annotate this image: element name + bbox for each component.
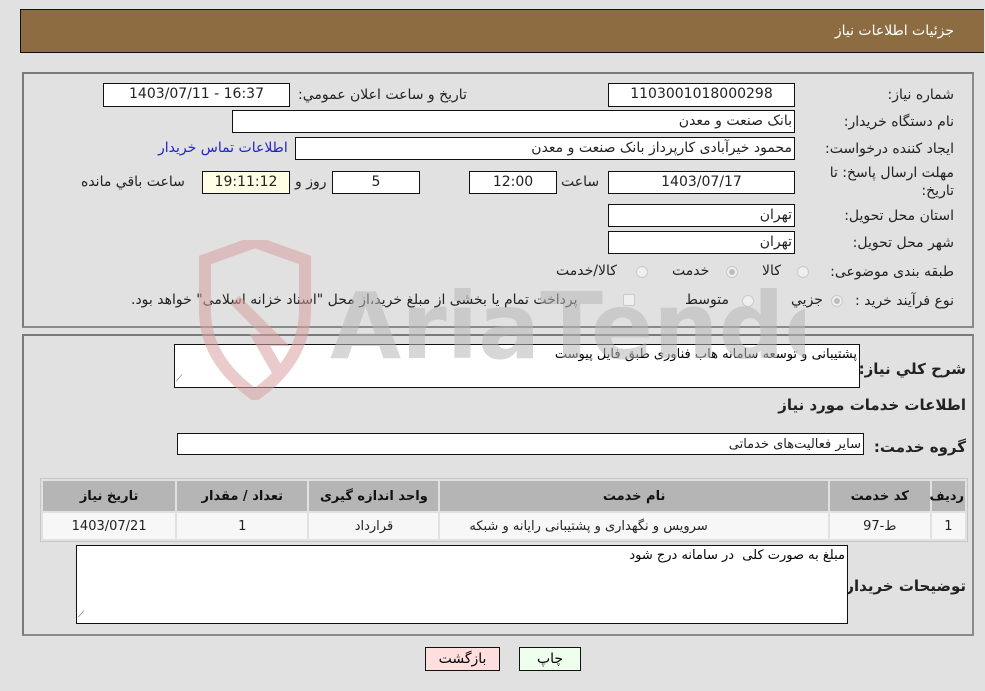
resize-grip-icon[interactable]: ⟋ bbox=[176, 374, 186, 384]
city-label: شهر محل تحویل: bbox=[852, 235, 954, 251]
cell-service-name: سرویس و نگهداری و پشتیبانی رایانه و شبکه bbox=[440, 513, 828, 539]
category-option-service: خدمت bbox=[672, 263, 710, 279]
purchase-type-label: نوع فرآیند خرید : bbox=[855, 293, 954, 309]
table-header-row: ردیف کد خدمت نام خدمت واحد اندازه گیری ت… bbox=[43, 481, 965, 511]
time-remaining-field: 19:11:12 bbox=[202, 171, 290, 194]
services-heading: اطلاعات خدمات مورد نیاز bbox=[778, 396, 966, 414]
back-button[interactable]: بازگشت bbox=[425, 647, 500, 671]
time-remaining-label: ساعت باقي مانده bbox=[81, 174, 185, 190]
cell-quantity: 1 bbox=[177, 513, 308, 539]
deadline-time-field: 12:00 bbox=[469, 171, 557, 194]
city-field: تهران bbox=[608, 231, 795, 254]
need-info-panel: شماره نیاز: 1103001018000298 تاریخ و ساع… bbox=[22, 72, 974, 328]
service-group-label: گروه خدمت: bbox=[873, 438, 966, 456]
purchase-option-medium: متوسط bbox=[685, 292, 729, 308]
requester-label: ایجاد کننده درخواست: bbox=[825, 141, 954, 157]
deadline-label-line1: مهلت ارسال پاسخ: تا bbox=[829, 165, 954, 181]
need-details-panel: شرح کلي نیاز: پشتیبانی و توسعه سامانه ها… bbox=[22, 334, 974, 636]
requester-field: محمود خیرآبادی کارپرداز بانک صنعت و معدن bbox=[295, 137, 795, 160]
announce-datetime-field: 1403/07/11 - 16:37 bbox=[103, 83, 290, 107]
deadline-time-label: ساعت bbox=[561, 174, 600, 190]
buyer-org-label: نام دستگاه خریدار: bbox=[843, 114, 954, 130]
col-header-need-date: تاریخ نیاز bbox=[43, 481, 176, 511]
description-label: شرح کلي نیاز: bbox=[858, 360, 966, 378]
deadline-date-field: 1403/07/17 bbox=[608, 171, 795, 194]
cell-need-date: 1403/07/21 bbox=[43, 513, 176, 539]
service-group-field: سایر فعالیت‌های خدماتی bbox=[177, 433, 864, 455]
category-option-goods-service: کالا/خدمت bbox=[556, 263, 617, 279]
services-table: ردیف کد خدمت نام خدمت واحد اندازه گیری ت… bbox=[40, 478, 968, 542]
category-radio-goods[interactable] bbox=[797, 266, 809, 278]
buyer-notes-textarea[interactable]: مبلغ به صورت کلی در سامانه درج شود bbox=[76, 545, 848, 624]
resize-grip-icon[interactable]: ⟋ bbox=[78, 610, 88, 620]
col-header-unit: واحد اندازه گیری bbox=[309, 481, 439, 511]
col-header-row-number: ردیف bbox=[929, 481, 965, 511]
buyer-org-field: بانک صنعت و معدن bbox=[232, 110, 795, 133]
deadline-label-line2: تاریخ: bbox=[921, 183, 954, 199]
category-radio-service[interactable] bbox=[726, 266, 738, 278]
province-field: تهران bbox=[608, 204, 795, 227]
buyer-notes-label: توضیحات خریدار: bbox=[839, 577, 966, 595]
purchase-radio-minor[interactable] bbox=[831, 295, 843, 307]
cell-service-code: ط-97 bbox=[829, 513, 930, 539]
category-option-goods: کالا bbox=[762, 263, 781, 279]
province-label: استان محل تحویل: bbox=[844, 208, 954, 224]
col-header-service-code: کد خدمت bbox=[829, 481, 930, 511]
category-label: طبقه بندی موضوعی: bbox=[830, 264, 954, 280]
table-row: 1 ط-97 سرویس و نگهداری و پشتیبانی رایانه… bbox=[43, 513, 965, 539]
need-number-field: 1103001018000298 bbox=[608, 83, 795, 107]
col-header-service-name: نام خدمت bbox=[440, 481, 828, 511]
purchase-radio-medium[interactable] bbox=[742, 295, 754, 307]
cell-unit: قرارداد bbox=[309, 513, 439, 539]
treasury-checkbox[interactable] bbox=[623, 294, 635, 306]
description-textarea[interactable]: پشتیبانی و توسعه سامانه هاب فناوری طبق ف… bbox=[174, 344, 860, 388]
category-radio-goods-service[interactable] bbox=[636, 266, 648, 278]
col-header-quantity: تعداد / مقدار bbox=[177, 481, 308, 511]
cell-row-number: 1 bbox=[931, 513, 965, 539]
page-title: جزئیات اطلاعات نیاز bbox=[834, 23, 954, 39]
print-button[interactable]: چاپ bbox=[519, 647, 581, 671]
days-remaining-field: 5 bbox=[332, 171, 420, 194]
need-number-label: شماره نیاز: bbox=[887, 87, 955, 103]
treasury-checkbox-label: پرداخت تمام یا بخشی از مبلغ خرید،از محل … bbox=[131, 292, 578, 308]
purchase-option-minor: جزيي bbox=[791, 292, 823, 308]
buyer-contact-link[interactable]: اطلاعات تماس خریدار bbox=[158, 140, 288, 156]
days-label: روز و bbox=[295, 174, 327, 190]
announce-datetime-label: تاریخ و ساعت اعلان عمومي: bbox=[298, 87, 467, 103]
page-header: جزئیات اطلاعات نیاز bbox=[20, 9, 984, 53]
